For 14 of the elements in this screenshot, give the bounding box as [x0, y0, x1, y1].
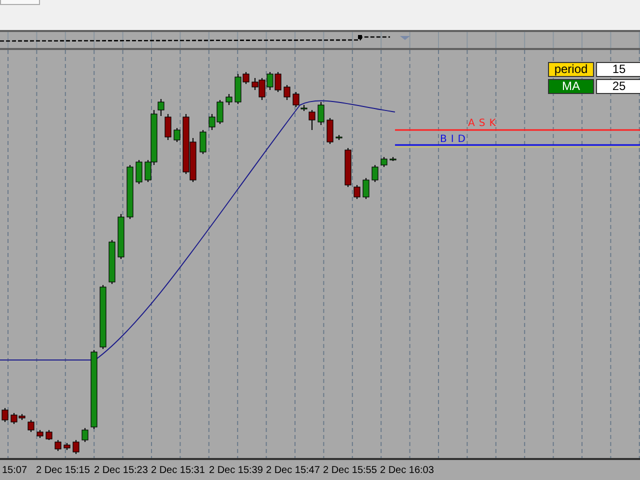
- time-axis-label: 2 Dec 15:23: [94, 465, 148, 476]
- time-axis-label: 2 Dec 15:47: [266, 465, 320, 476]
- time-axis-label: 2 Dec 15:31: [151, 465, 205, 476]
- price-line-label: BID: [440, 134, 470, 145]
- indicator-value-field[interactable]: 25: [596, 79, 640, 94]
- time-axis-label: 2 Dec 15:55: [323, 465, 377, 476]
- indicator-label: period: [548, 62, 594, 77]
- indicator-value-field[interactable]: 15: [596, 62, 640, 77]
- price-line-label: ASK: [468, 118, 500, 129]
- indicator-label: MA: [548, 79, 594, 94]
- time-axis-label: 2 Dec 15:15: [36, 465, 90, 476]
- time-axis-label: 2 Dec 15:39: [209, 465, 263, 476]
- time-axis-label: 15:07: [2, 465, 28, 476]
- time-axis-label: 2 Dec 16:03: [380, 465, 434, 476]
